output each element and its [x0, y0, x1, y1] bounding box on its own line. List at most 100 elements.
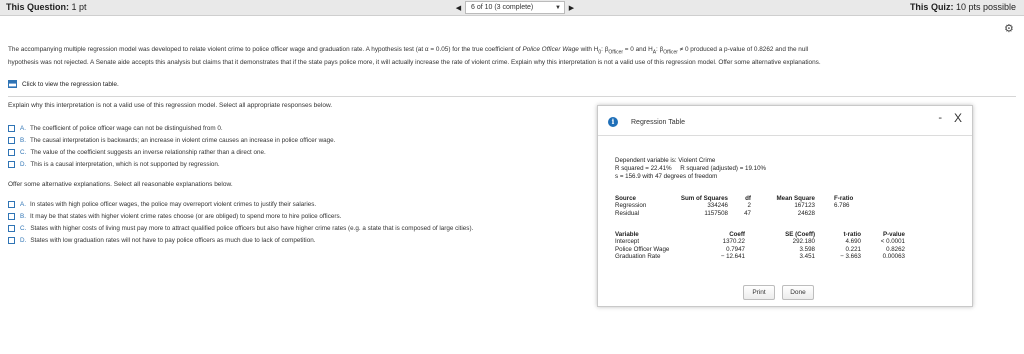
coef-se-col: SE (Coeff) 292.180 3.598 3.451 [760, 231, 815, 261]
coef-cell: 1370.22 [722, 238, 745, 246]
option-letter: B. [20, 137, 26, 144]
r-squared: R squared = 22.41% [615, 165, 672, 172]
info-icon: i [608, 117, 618, 127]
option-1a[interactable]: A. The coefficient of police officer wage… [8, 125, 223, 133]
anova-header: Sum of Squares [680, 195, 728, 202]
option-letter: D. [20, 237, 27, 244]
model-summary: Dependent variable is: Violent Crime R s… [615, 157, 766, 181]
option-letter: A. [20, 201, 26, 208]
coef-cell: Intercept [615, 238, 640, 246]
triangle-right-icon[interactable]: ▶ [565, 1, 578, 14]
view-regression-table-link[interactable]: Click to view the regression table. [8, 80, 119, 88]
option-2c[interactable]: C. States with higher costs of living mus… [8, 225, 473, 233]
coef-cell: 4.690 [845, 238, 861, 246]
table-icon [8, 80, 17, 88]
divider [8, 96, 1016, 97]
anova-f-col: F-ratio 6.786 [834, 195, 874, 210]
intro-text-d: = 0 and H [623, 46, 653, 53]
option-text: This is a causal interpretation, which i… [30, 161, 220, 168]
option-text: It may be that states with higher violen… [29, 213, 342, 220]
option-letter: B. [20, 213, 26, 220]
view-link-text: Click to view the regression table. [22, 80, 119, 88]
coef-header: SE (Coeff) [785, 231, 815, 238]
explain-prompt: Explain why this interpretation is not a… [8, 102, 333, 109]
option-2b[interactable]: B. It may be that states with higher viol… [8, 213, 341, 221]
anova-header: F-ratio [834, 195, 854, 202]
question-text: The accompanying multiple regression mod… [8, 45, 1016, 67]
option-1b[interactable]: B. The causal interpretation is backwards… [8, 137, 335, 145]
checkbox[interactable] [8, 137, 15, 144]
intro-text-b: with H [578, 46, 599, 53]
checkbox[interactable] [8, 237, 15, 244]
r-squared-adjusted: R squared (adjusted) = 19.10% [680, 165, 767, 172]
question-pager: ◀ 6 of 10 (3 complete) ▼ ▶ [452, 1, 578, 14]
beta-subscript: Officer [608, 49, 624, 56]
option-1d[interactable]: D. This is a causal interpretation, which… [8, 161, 220, 169]
question-label: This Question: [6, 2, 69, 12]
coef-cell: − 3.663 [840, 253, 861, 261]
question-points: This Question: 1 pt [6, 2, 87, 12]
checkbox[interactable] [8, 125, 15, 132]
coef-variable-col: Variable Intercept Police Officer Wage G… [615, 231, 705, 261]
gear-icon[interactable]: ⚙ [1004, 24, 1014, 35]
intro-variable: Police Officer Wage [522, 46, 579, 53]
option-letter: D. [20, 161, 27, 168]
anova-df-col: df 2 47 [728, 195, 751, 217]
option-1c[interactable]: C. The value of the coefficient suggests … [8, 149, 266, 157]
coef-t-col: t-ratio 4.690 0.221 − 3.663 [821, 231, 861, 261]
print-button[interactable]: Print [743, 285, 775, 300]
coef-cell: 3.598 [799, 245, 815, 253]
option-letter: A. [20, 125, 26, 132]
option-text: The causal interpretation is backwards; … [29, 137, 336, 144]
intro-text-a: The accompanying multiple regression mod… [8, 46, 523, 53]
checkbox[interactable] [8, 213, 15, 220]
dialog-title: Regression Table [631, 119, 685, 126]
regression-table-dialog: i Regression Table - X Dependent variabl… [597, 105, 973, 307]
question-pts: 1 pt [71, 2, 87, 12]
intro-text-line2: hypothesis was not rejected. A Senate ai… [8, 58, 821, 66]
coef-p-col: P-value < 0.0001 0.8262 0.00063 [867, 231, 905, 261]
triangle-left-icon[interactable]: ◀ [452, 1, 465, 14]
option-text: In states with high police officer wages… [29, 201, 317, 208]
checkbox[interactable] [8, 201, 15, 208]
coef-cell: 0.8262 [886, 245, 905, 253]
coef-cell: Graduation Rate [615, 253, 661, 261]
anova-cell: 6.786 [834, 202, 850, 210]
quiz-label: This Quiz: [909, 2, 954, 12]
anova-cell: 47 [744, 209, 751, 217]
chevron-down-icon: ▼ [555, 4, 561, 11]
anova-header: df [745, 195, 751, 202]
minimize-button[interactable]: - [938, 112, 942, 124]
anova-header: Mean Square [776, 195, 815, 202]
progress-text: 6 of 10 (3 complete) [471, 4, 534, 11]
anova-cell: 2 [747, 202, 751, 210]
coef-cell: 292.180 [792, 238, 815, 246]
beta-subscript-2: Officer [663, 49, 678, 56]
coef-header: t-ratio [843, 231, 861, 238]
done-button[interactable]: Done [782, 285, 814, 300]
option-text: The coefficient of police officer wage c… [29, 125, 223, 132]
coef-cell: 0.00063 [882, 253, 905, 261]
option-letter: C. [20, 225, 27, 232]
quiz-pts: 10 pts possible [955, 2, 1016, 12]
quiz-points: This Quiz: 10 pts possible [910, 2, 1016, 12]
anova-ms-col: Mean Square 167123 24628 [755, 195, 815, 217]
checkbox[interactable] [8, 149, 15, 156]
question-selector[interactable]: 6 of 10 (3 complete) ▼ [465, 1, 565, 14]
print-label: Print [752, 289, 766, 296]
coef-coeff-col: Coeff 1370.22 0.7947 − 12.641 [695, 231, 745, 261]
coef-cell: < 0.0001 [880, 238, 905, 246]
anova-cell: 167123 [794, 202, 815, 210]
option-2a[interactable]: A. In states with high police officer wag… [8, 201, 316, 209]
coef-cell: Police Officer Wage [615, 245, 670, 253]
checkbox[interactable] [8, 225, 15, 232]
option-letter: C. [20, 149, 27, 156]
std-error-line: s = 156.9 with 47 degrees of freedom [615, 173, 718, 180]
close-button[interactable]: X [954, 111, 962, 125]
dialog-header: i Regression Table - X [598, 106, 972, 136]
anova-cell: 1157508 [704, 209, 728, 217]
option-2d[interactable]: D. States with low graduation rates will … [8, 237, 315, 245]
checkbox[interactable] [8, 161, 15, 168]
option-text: States with higher costs of living must … [30, 225, 474, 232]
option-text: The value of the coefficient suggests an… [30, 149, 266, 156]
